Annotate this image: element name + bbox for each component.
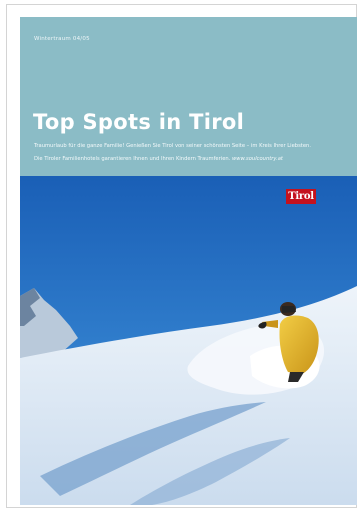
snowboarder-photo (20, 176, 357, 505)
intro-line-2: Die Tiroler Familienhotels garantieren I… (34, 156, 283, 162)
tirol-logo: Tirol (286, 189, 316, 204)
brochure-page: Wintertraum 04/05 Top Spots in Tirol Tra… (6, 4, 357, 508)
cover-panel: Wintertraum 04/05 Top Spots in Tirol Tra… (20, 17, 357, 505)
website-link[interactable]: www.soulcountry.at (232, 156, 283, 162)
intro-line-2-text: Die Tiroler Familienhotels garantieren I… (34, 156, 231, 162)
tirol-logo-text: Tirol (288, 190, 314, 202)
page-title: Top Spots in Tirol (33, 110, 245, 134)
intro-line-1: Traumurlaub für die ganze Familie! Genie… (34, 143, 311, 149)
edition-label: Wintertraum 04/05 (34, 36, 90, 42)
header-band: Wintertraum 04/05 Top Spots in Tirol Tra… (20, 17, 357, 176)
